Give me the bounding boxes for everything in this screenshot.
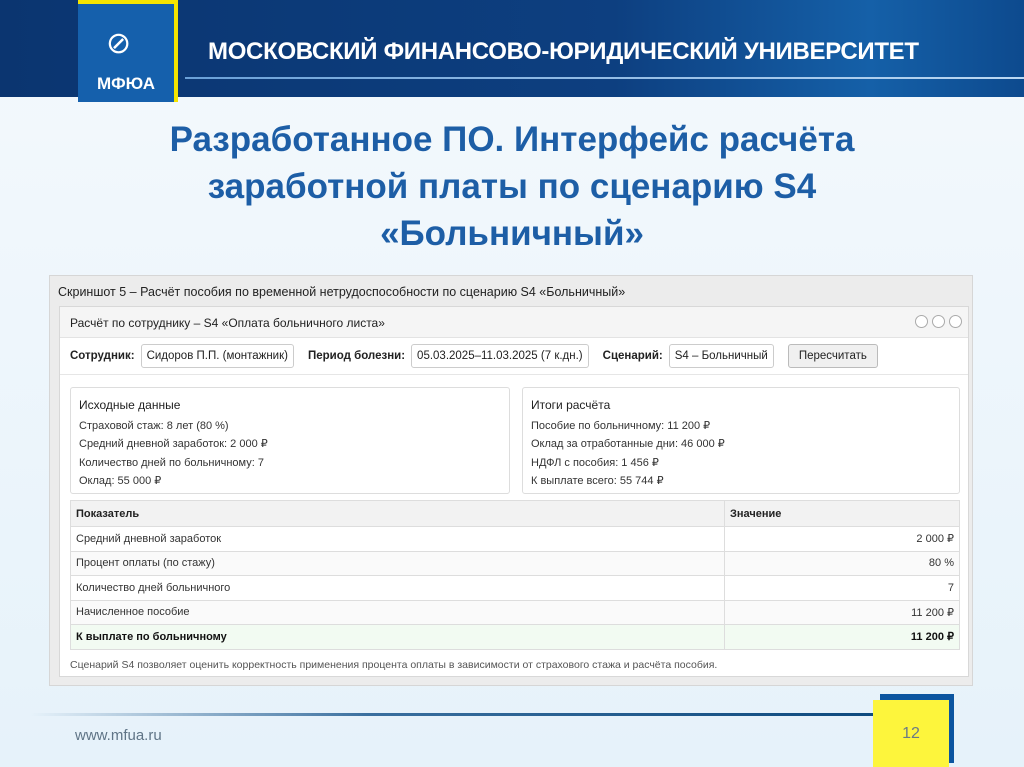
employee-field[interactable]: Сидоров П.П. (монтажник) — [140, 344, 294, 368]
table-row: Начисленное пособие 11 200 ₽ — [70, 599, 960, 625]
column-header: Значение — [724, 500, 960, 527]
panel-line: К выплате всего: 55 744 ₽ — [531, 475, 664, 487]
logo-emblem-icon: ⊘ — [106, 27, 132, 60]
row-label: Процент оплаты (по стажу) — [70, 550, 725, 576]
row-label: Количество дней больничного — [70, 575, 725, 601]
panel-line: НДФЛ с пособия: 1 456 ₽ — [531, 456, 659, 469]
university-logo: ⊘ МФЮА — [78, 0, 178, 102]
results-table: Показатель Значение Средний дневной зараб… — [70, 500, 960, 650]
period-label: Период болезни: — [307, 350, 406, 362]
screenshot-caption: Скриншот 5 – Расчёт пособия по временной… — [58, 285, 626, 299]
employee-label: Сотрудник: — [70, 350, 135, 362]
row-value: 11 200 ₽ — [724, 624, 960, 650]
footer-url[interactable]: www.mfua.ru — [75, 727, 162, 744]
screenshot-frame: Скриншот 5 – Расчёт пособия по временной… — [49, 275, 973, 686]
table-row: Количество дней больничного 7 — [70, 575, 960, 601]
toolbar: Сотрудник: Сидоров П.П. (монтажник) Пери… — [60, 338, 968, 375]
window-title: Расчёт по сотруднику – S4 «Оплата больни… — [70, 316, 385, 330]
title-line: Разработанное ПО. Интерфейс расчёта — [169, 120, 855, 159]
window-titlebar: Расчёт по сотруднику – S4 «Оплата больни… — [60, 307, 968, 338]
row-value: 7 — [724, 575, 960, 601]
scenario-note: Сценарий S4 позволяет оценить корректнос… — [70, 659, 718, 671]
app-window: Расчёт по сотруднику – S4 «Оплата больни… — [59, 306, 969, 677]
university-name: МОСКОВСКИЙ ФИНАНСОВО-ЮРИДИЧЕСКИЙ УНИВЕРС… — [208, 38, 919, 65]
row-label: Начисленное пособие — [70, 599, 725, 625]
panel-line: Средний дневной заработок: 2 000 ₽ — [79, 438, 268, 450]
window-control-icon[interactable] — [949, 315, 962, 328]
period-field[interactable]: 05.03.2025–11.03.2025 (7 к.дн.) — [411, 344, 589, 368]
header-divider — [185, 77, 1024, 79]
recalculate-button[interactable]: Пересчитать — [787, 344, 878, 368]
panel-line: Пособие по больничному: 11 200 ₽ — [531, 419, 711, 432]
scenario-select[interactable]: S4 – Больничный — [668, 344, 774, 368]
panel-title: Исходные данные — [79, 398, 181, 412]
table-row: Процент оплаты (по стажу) 80 % — [70, 550, 960, 576]
window-control-icon[interactable] — [932, 315, 945, 328]
table-row: Средний дневной заработок 2 000 ₽ — [70, 526, 960, 552]
row-label: Средний дневной заработок — [70, 526, 725, 552]
panel-line: Оклад за отработанные дни: 46 000 ₽ — [531, 438, 725, 450]
panel-line: Страховой стаж: 8 лет (80 %) — [79, 419, 229, 432]
slide-title: Разработанное ПО. Интерфейс расчёта зара… — [0, 116, 1024, 257]
footer-divider — [30, 713, 875, 716]
title-line: заработной платы по сценарию S4 — [207, 167, 817, 206]
logo-text: МФЮА — [96, 74, 156, 93]
row-value: 2 000 ₽ — [724, 526, 960, 552]
panel-line: Количество дней по больничному: 7 — [79, 456, 264, 469]
row-label: К выплате по больничному — [70, 624, 725, 650]
scenario-label: Сценарий: — [602, 350, 663, 362]
title-line: «Больничный» — [380, 214, 644, 253]
row-value: 11 200 ₽ — [724, 599, 960, 625]
header-banner: ⊘ МФЮА МОСКОВСКИЙ ФИНАНСОВО-ЮРИДИЧЕСКИЙ … — [0, 0, 1024, 102]
total-row: К выплате по больничному 11 200 ₽ — [70, 624, 960, 650]
row-value: 80 % — [724, 550, 960, 576]
panel-title: Итоги расчёта — [531, 398, 611, 412]
page-number: 12 — [873, 700, 949, 767]
panel-line: Оклад: 55 000 ₽ — [79, 475, 162, 487]
results-panel: Итоги расчёта Пособие по больничному: 11… — [522, 387, 960, 494]
input-data-panel: Исходные данные Страховой стаж: 8 лет (8… — [70, 387, 510, 494]
column-header: Показатель — [70, 500, 725, 527]
window-control-icon[interactable] — [915, 315, 928, 328]
